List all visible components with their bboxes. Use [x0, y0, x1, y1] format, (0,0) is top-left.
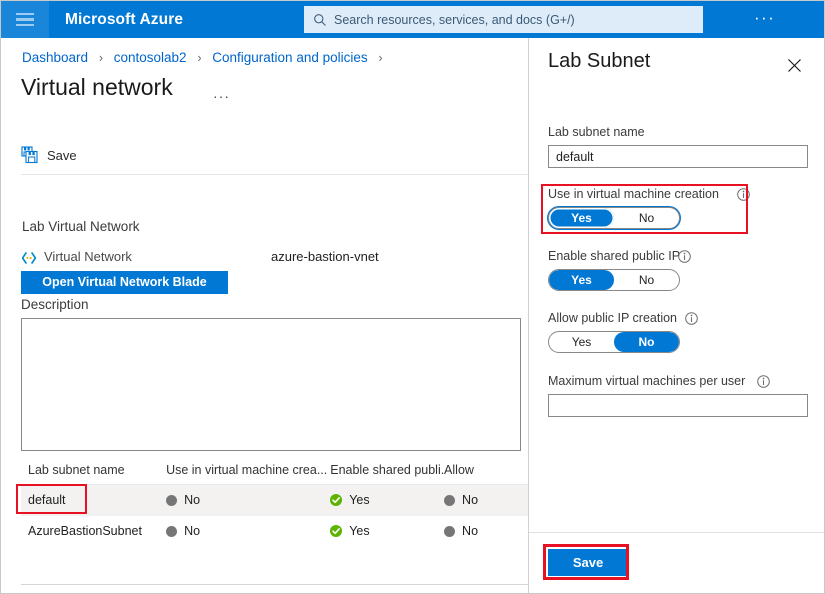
hamburger-bar: [16, 12, 34, 16]
column-header-enable-shared-public-ip[interactable]: Enable shared publi...: [330, 463, 444, 477]
panel-footer-divider: [529, 532, 824, 533]
table-row[interactable]: default No Yes No: [21, 484, 528, 515]
cell-subnet-name[interactable]: default: [21, 493, 166, 507]
cell-use-in-vm-creation-value: No: [184, 493, 201, 507]
status-no-icon: [166, 494, 178, 506]
lab-subnet-flyout-panel: Lab Subnet Lab subnet name Use in virtua…: [528, 38, 824, 593]
table-bottom-divider: [21, 584, 528, 585]
page-title-more-icon[interactable]: ···: [213, 88, 230, 104]
breadcrumb-separator-icon: ›: [98, 51, 103, 65]
use-in-vm-creation-label: Use in virtual machine creation: [548, 187, 719, 201]
column-header-allow-public-ip[interactable]: Allow: [444, 463, 528, 477]
hamburger-bar: [16, 23, 34, 27]
virtual-network-icon: [21, 251, 37, 265]
lab-subnets-table: Lab subnet name Use in virtual machine c…: [21, 455, 528, 546]
allow-public-ip-creation-toggle[interactable]: Yes No: [548, 331, 680, 353]
top-navigation-bar: Microsoft Azure Search resources, servic…: [1, 1, 824, 38]
main-content-area: Dashboard › contosolab2 › Configuration …: [1, 38, 528, 593]
status-no-icon: [444, 525, 456, 537]
allow-public-ip-creation-label: Allow public IP creation: [548, 311, 678, 325]
virtual-network-label: Virtual Network: [44, 249, 132, 264]
global-search-box[interactable]: Search resources, services, and docs (G+…: [304, 6, 703, 33]
table-row[interactable]: AzureBastionSubnet No Yes No: [21, 515, 528, 546]
save-button-label: Save: [47, 147, 77, 163]
panel-title: Lab Subnet: [548, 50, 651, 72]
save-disk-icon: [21, 146, 39, 164]
status-yes-icon: [330, 525, 343, 537]
enable-shared-public-ip-label: Enable shared public IP: [548, 249, 681, 263]
cell-enable-shared-public-ip-value: Yes: [349, 524, 370, 538]
breadcrumb-separator-icon: ›: [197, 51, 202, 65]
toggle-option-yes[interactable]: Yes: [549, 208, 614, 228]
open-virtual-network-blade-button[interactable]: Open Virtual Network Blade: [21, 271, 228, 294]
info-icon[interactable]: [737, 188, 750, 201]
close-icon[interactable]: [782, 53, 806, 77]
info-icon[interactable]: [685, 312, 698, 325]
virtual-network-row: Virtual Network azure-bastion-vnet: [21, 249, 501, 268]
enable-shared-public-ip-toggle[interactable]: Yes No: [548, 269, 680, 291]
table-header-row: Lab subnet name Use in virtual machine c…: [21, 455, 528, 484]
toolbar-divider: [21, 174, 528, 175]
cell-allow-public-ip-value: No: [462, 524, 479, 538]
breadcrumb-item-configuration-and-policies[interactable]: Configuration and policies: [212, 50, 367, 65]
cell-enable-shared-public-ip: Yes: [330, 524, 444, 538]
topbar-more-icon[interactable]: ···: [754, 8, 775, 28]
command-toolbar: Save: [1, 138, 528, 176]
info-icon[interactable]: [757, 375, 770, 388]
cell-enable-shared-public-ip-value: Yes: [349, 493, 370, 507]
cell-subnet-name[interactable]: AzureBastionSubnet: [21, 524, 166, 538]
cell-use-in-vm-creation: No: [166, 524, 330, 538]
breadcrumb: Dashboard › contosolab2 › Configuration …: [22, 50, 390, 65]
description-label: Description: [21, 297, 89, 312]
search-icon: [313, 13, 327, 27]
description-textarea[interactable]: [21, 318, 521, 451]
toggle-option-no[interactable]: No: [614, 332, 679, 352]
toggle-option-no[interactable]: No: [614, 270, 679, 290]
azure-brand-label[interactable]: Microsoft Azure: [65, 11, 183, 29]
cell-allow-public-ip: No: [444, 524, 528, 538]
cell-use-in-vm-creation-value: No: [184, 524, 201, 538]
hamburger-bar: [16, 18, 34, 21]
search-input-placeholder[interactable]: Search resources, services, and docs (G+…: [334, 13, 575, 27]
azure-portal-screen: Microsoft Azure Search resources, servic…: [0, 0, 825, 594]
toggle-option-yes[interactable]: Yes: [549, 270, 614, 290]
cell-allow-public-ip: No: [444, 493, 528, 507]
breadcrumb-item-dashboard[interactable]: Dashboard: [22, 50, 88, 65]
info-icon[interactable]: [678, 250, 691, 263]
status-yes-icon: [330, 494, 343, 506]
cell-use-in-vm-creation: No: [166, 493, 330, 507]
maximum-vms-per-user-input[interactable]: [548, 394, 808, 417]
virtual-network-value: azure-bastion-vnet: [271, 249, 379, 264]
column-header-use-in-vm-creation[interactable]: Use in virtual machine crea...: [166, 463, 330, 477]
toggle-option-yes[interactable]: Yes: [549, 332, 614, 352]
hamburger-menu-icon[interactable]: [1, 1, 49, 38]
toggle-option-no[interactable]: No: [614, 208, 679, 228]
breadcrumb-separator-icon: ›: [378, 51, 383, 65]
lab-virtual-network-heading: Lab Virtual Network: [22, 219, 140, 234]
lab-subnet-name-label: Lab subnet name: [548, 125, 645, 139]
use-in-vm-creation-toggle[interactable]: Yes No: [548, 207, 680, 229]
maximum-vms-per-user-label: Maximum virtual machines per user: [548, 374, 746, 388]
status-no-icon: [444, 494, 456, 506]
cell-enable-shared-public-ip: Yes: [330, 493, 444, 507]
cell-allow-public-ip-value: No: [462, 493, 479, 507]
page-title: Virtual network: [21, 74, 173, 100]
panel-save-button[interactable]: Save: [548, 549, 628, 576]
save-button[interactable]: Save: [21, 143, 77, 167]
column-header-lab-subnet-name[interactable]: Lab subnet name: [21, 463, 166, 477]
breadcrumb-item-contosolab2[interactable]: contosolab2: [114, 50, 187, 65]
lab-subnet-name-input[interactable]: [548, 145, 808, 168]
status-no-icon: [166, 525, 178, 537]
